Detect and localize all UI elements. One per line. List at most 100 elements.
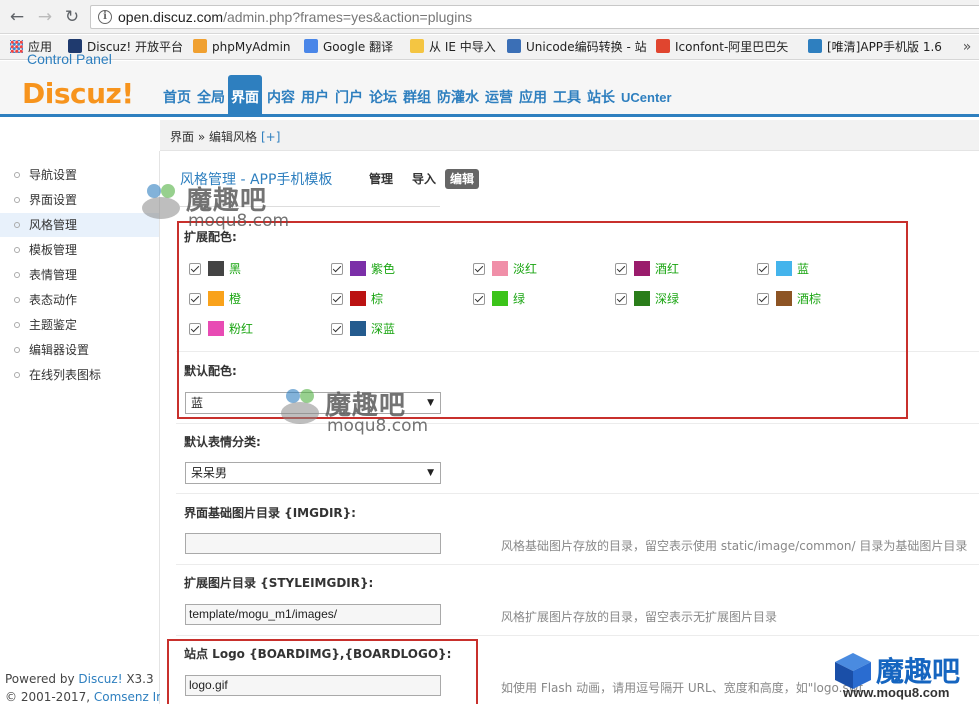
boardimg-hint: 如使用 Flash 动画，请用逗号隔开 URL、宽度和高度，如"logo.swf (501, 681, 863, 695)
forward-arrow-icon[interactable]: → (35, 7, 55, 27)
main-nav: 首页 全局 界面 内容 用户 门户 论坛 群组 防灌水 运营 应用 工具 站长 UCenter (160, 75, 675, 114)
row-divider (176, 635, 979, 636)
admin-header: Discuz! 首页 全局 界面 内容 用户 门户 论坛 群组 防灌水 运营 应用 工具 站长 UCent… (0, 61, 979, 117)
sidebar: Powered by Discuz! X3.3 © 2001-2017, Com… (0, 151, 174, 704)
nav-item[interactable]: 门户 (332, 75, 366, 114)
nav-item[interactable]: 防灌水 (434, 75, 482, 114)
styleimgdir-input[interactable]: template/mogu_m1/images/ (185, 604, 441, 625)
sidebar-item-label: 界面设置 (29, 193, 78, 207)
powered-prefix: Powered by (5, 672, 79, 686)
imgdir-input[interactable] (185, 533, 441, 554)
nav-item[interactable]: 运营 (482, 75, 516, 114)
nav-item[interactable]: UCenter (618, 78, 675, 117)
sidebar-item[interactable]: 表情管理 (0, 263, 159, 287)
sidebar-item[interactable]: 导航设置 (0, 163, 159, 187)
bullet-icon (14, 222, 20, 228)
url-path: /admin.php?frames=yes&action=plugins (223, 9, 473, 25)
styleimgdir-label: 扩展图片目录 {STYLEIMGDIR}: (184, 576, 374, 590)
default-smiley-label: 默认表情分类: (184, 435, 261, 449)
copyright-prefix: © 2001-2017, (5, 690, 94, 704)
sidebar-item-label: 主题鉴定 (29, 318, 78, 332)
sidebar-item[interactable]: 表态动作 (0, 288, 159, 312)
nav-item[interactable]: 站长 (584, 75, 618, 114)
bullet-icon (14, 272, 20, 278)
bookmark-favicon-icon (410, 39, 424, 53)
bullet-icon (14, 297, 20, 303)
sidebar-item-label: 表态动作 (29, 293, 78, 307)
bookmark-label: [唯清]APP手机版 1.6 (827, 40, 942, 54)
bookmark-item[interactable]: 从 IE 中导入 (410, 39, 500, 56)
bookmark-item[interactable]: Iconfont-阿里巴巴矢 (656, 39, 798, 56)
dropdown-arrow-icon: ▼ (427, 468, 434, 478)
bookmark-favicon-icon (193, 39, 207, 53)
address-bar[interactable]: i open.discuz.com/admin.php?frames=yes&a… (90, 5, 979, 29)
default-smiley-select[interactable]: 呆呆男 ▼ (185, 462, 441, 484)
sidebar-item-label: 模板管理 (29, 243, 78, 257)
row-divider (176, 493, 979, 494)
discuz-logo[interactable]: Discuz! (22, 79, 134, 109)
powered-brand-link[interactable]: Discuz! (78, 672, 122, 686)
bookmark-item[interactable]: Google 翻译 (304, 39, 403, 56)
bookmark-label: Unicode编码转换 - 站 (526, 40, 647, 54)
corner-logo-cn: 魔趣吧 (876, 655, 961, 688)
styleimgdir-hint: 风格扩展图片存放的目录，留空表示无扩展图片目录 (501, 610, 778, 624)
bullet-icon (14, 172, 20, 178)
apps-grid-icon (10, 40, 23, 53)
breadcrumb-path: 界面 » 编辑风格 (170, 130, 257, 144)
nav-item[interactable]: 论坛 (366, 75, 400, 114)
corner-logo: 魔趣吧 www.moqu8.com (833, 648, 979, 704)
nav-item[interactable]: 工具 (550, 75, 584, 114)
nav-item[interactable]: 界面 (228, 75, 262, 114)
row-divider (176, 564, 979, 565)
nav-item[interactable]: 全局 (194, 75, 228, 114)
nav-item[interactable]: 内容 (264, 75, 298, 114)
bookmark-item[interactable]: phpMyAdmin (193, 39, 297, 56)
powered-version: X3.3 (122, 672, 154, 686)
browser-toolbar: ← → ↻ i open.discuz.com/admin.php?frames… (0, 0, 979, 34)
bullet-icon (14, 322, 20, 328)
bookmark-item[interactable]: Unicode编码转换 - 站 (507, 39, 647, 56)
nav-item[interactable]: 应用 (516, 75, 550, 114)
powered-by: Powered by Discuz! X3.3 © 2001-2017, Com… (5, 670, 174, 704)
logo-subtitle: Control Panel (27, 51, 112, 67)
style-tab[interactable]: 编辑 (445, 169, 480, 189)
bookmark-label: phpMyAdmin (212, 40, 291, 54)
reload-icon[interactable]: ↻ (62, 7, 82, 27)
highlight-logo-box (167, 639, 478, 704)
sidebar-item-label: 表情管理 (29, 268, 78, 282)
watermark-en: moqu8.com (188, 211, 290, 231)
sidebar-item[interactable]: 风格管理 (0, 213, 159, 237)
bookmark-label: Google 翻译 (323, 40, 394, 54)
sidebar-item[interactable]: 在线列表图标 (0, 363, 159, 387)
bookmark-label: Iconfont-阿里巴巴矢 (675, 40, 789, 54)
sidebar-item-label: 风格管理 (29, 218, 78, 232)
style-tab[interactable]: 管理 (364, 169, 398, 189)
breadcrumb: 界面 » 编辑风格 [+] (160, 120, 979, 151)
watermark-logo-icon (142, 184, 182, 224)
corner-logo-en: www.moqu8.com (843, 685, 950, 700)
bullet-icon (14, 247, 20, 253)
back-arrow-icon[interactable]: ← (7, 7, 27, 27)
sidebar-item[interactable]: 主题鉴定 (0, 313, 159, 337)
more-bookmarks-icon[interactable]: » (960, 39, 974, 55)
bookmark-favicon-icon (507, 39, 521, 53)
style-tab[interactable]: 导入 (407, 169, 441, 189)
watermark-en: moqu8.com (327, 416, 429, 436)
default-smiley-value: 呆呆男 (191, 466, 228, 480)
nav-item[interactable]: 群组 (400, 75, 434, 114)
sidebar-item-label: 在线列表图标 (29, 368, 102, 382)
nav-item[interactable]: 首页 (160, 75, 194, 114)
bookmark-item[interactable]: [唯清]APP手机版 1.6 (808, 39, 958, 56)
bookmark-label: 从 IE 中导入 (429, 40, 496, 54)
url-host: open.discuz.com (118, 9, 224, 25)
info-icon[interactable]: i (98, 10, 112, 24)
add-to-menu-link[interactable]: [+] (261, 130, 280, 144)
bullet-icon (14, 197, 20, 203)
sidebar-item[interactable]: 编辑器设置 (0, 338, 159, 362)
bookmark-favicon-icon (304, 39, 318, 53)
sidebar-item[interactable]: 模板管理 (0, 238, 159, 262)
bullet-icon (14, 347, 20, 353)
url-text: open.discuz.com/admin.php?frames=yes&act… (118, 9, 472, 25)
sidebar-item[interactable]: 界面设置 (0, 188, 159, 212)
nav-item[interactable]: 用户 (298, 75, 332, 114)
